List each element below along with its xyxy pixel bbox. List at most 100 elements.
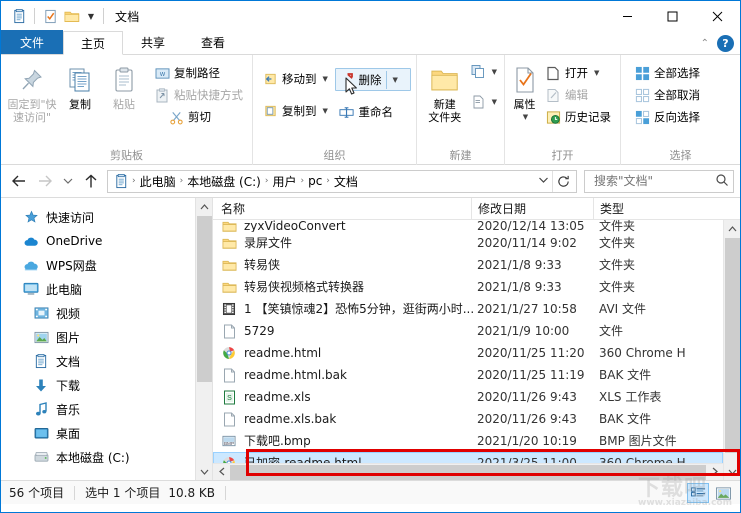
table-row[interactable]: 1 【笑镇惊魂2】恐怖5分钟，逛街两小时... 2021/1/27 10:58 … [213, 298, 723, 320]
properties-button[interactable]: 属性 ▼ [510, 59, 539, 124]
file-list-scroll-right-arrow-icon[interactable] [706, 467, 723, 478]
pin-to-quick-access-button[interactable]: 固定到"快速访问" [6, 59, 58, 124]
breadcrumb-item-documents[interactable]: 文档 [331, 173, 361, 190]
table-row[interactable]: 已加密-readme.html 2021/3/25 11:00 360 Chro… [213, 452, 723, 463]
search-box[interactable] [584, 169, 734, 193]
edit-button[interactable]: 编辑 [541, 84, 615, 106]
sidebar-item-onedrive[interactable]: OneDrive [1, 229, 212, 253]
breadcrumb-item-local-disk-c[interactable]: 本地磁盘 (C:) [184, 173, 264, 190]
table-row[interactable]: readme.html.bak 2020/11/25 11:19 BAK 文件 [213, 364, 723, 386]
table-row[interactable]: 5729 2021/1/9 10:00 文件 [213, 320, 723, 342]
collapse-ribbon-chevron-icon[interactable]: ⌃ [701, 38, 709, 49]
thumbnail-view-button[interactable] [712, 483, 734, 503]
tab-view[interactable]: 查看 [183, 30, 243, 54]
history-button[interactable]: 历史记录 [541, 106, 615, 128]
breadcrumb-item-pc[interactable]: pc [305, 174, 325, 188]
new-item-button[interactable]: ▼ [468, 61, 499, 83]
table-row[interactable]: readme.html 2020/11/25 11:20 360 Chrome … [213, 342, 723, 364]
tab-home[interactable]: 主页 [63, 31, 124, 55]
search-input[interactable] [592, 173, 715, 189]
file-list-scroll-left-arrow-icon[interactable] [213, 467, 230, 478]
tab-share[interactable]: 共享 [123, 30, 183, 54]
copy-to-button[interactable]: 复制到 ▼ [258, 100, 335, 122]
invert-selection-button[interactable]: 反向选择 [630, 106, 704, 128]
paste-icon [111, 62, 137, 98]
details-view-button[interactable] [687, 483, 709, 503]
minimize-button[interactable] [605, 1, 650, 31]
table-row[interactable]: BMP 下载吧.bmp 2021/1/20 10:19 BMP 图片文件 [213, 430, 723, 452]
sidebar-item-music[interactable]: 音乐 [1, 397, 212, 421]
sidebar-item-pictures[interactable]: 图片 [1, 325, 212, 349]
rename-button[interactable]: 重命名 [335, 101, 412, 123]
help-button[interactable]: ? [717, 35, 734, 52]
copy-button[interactable]: 复制 [58, 59, 102, 111]
sidebar-item-videos[interactable]: 视频 [1, 301, 212, 325]
search-icon[interactable] [715, 173, 729, 190]
qat-new-folder-icon[interactable] [61, 5, 83, 27]
paste-button[interactable]: 粘贴 [102, 59, 146, 111]
select-none-icon [634, 87, 650, 103]
table-row[interactable]: zyxVideoConvert 2020/12/14 13:05 文件夹 [213, 220, 723, 232]
sidebar-item-downloads[interactable]: 下载 [1, 373, 212, 397]
close-button[interactable] [695, 1, 740, 31]
copy-path-button[interactable]: W 复制路径 [150, 62, 247, 84]
sidebar-item-documents[interactable]: 文档 [1, 349, 212, 373]
file-row-name-label: readme.xls [244, 390, 311, 404]
column-header-type[interactable]: 类型 [593, 198, 703, 220]
table-row[interactable]: 转易侠视频格式转换器 2021/1/8 9:33 文件夹 [213, 276, 723, 298]
file-list-scroll-down-arrow-icon[interactable] [724, 463, 740, 480]
easy-access-chevron-down-icon[interactable]: ▼ [492, 98, 497, 106]
breadcrumb[interactable]: › 此电脑 › 本地磁盘 (C:) › 用户 › pc › 文档 [107, 169, 577, 193]
maximize-button[interactable] [650, 1, 695, 31]
file-list-hscroll-thumb[interactable] [230, 464, 706, 480]
recent-locations-button[interactable] [59, 169, 77, 193]
open-button[interactable]: 打开 ▼ [541, 62, 615, 84]
move-to-chevron-down-icon[interactable]: ▼ [323, 75, 328, 83]
table-row[interactable]: readme.xls.bak 2020/11/26 9:43 BAK 文件 [213, 408, 723, 430]
sidebar-item-wps-cloud[interactable]: WPS网盘 [1, 253, 212, 277]
sidebar-item-quick-access[interactable]: 快速访问 [1, 205, 212, 229]
navpane-scroll-up-arrow-icon[interactable] [196, 198, 212, 215]
column-header-date[interactable]: 修改日期 [471, 198, 593, 220]
breadcrumb-item-this-pc[interactable]: 此电脑 [137, 173, 179, 190]
qat-chevron-down-icon[interactable]: ▼ [83, 5, 99, 27]
table-row[interactable]: S readme.xls 2020/11/26 9:43 XLS 工作表 [213, 386, 723, 408]
back-button[interactable] [7, 169, 31, 193]
edit-label: 编辑 [565, 88, 588, 102]
easy-access-button[interactable]: ▼ [468, 91, 499, 113]
select-all-button[interactable]: 全部选择 [630, 62, 704, 84]
sidebar-item-this-pc[interactable]: 此电脑 [1, 277, 212, 301]
navpane-scroll-down-arrow-icon[interactable] [196, 463, 212, 480]
navpane-scrollbar[interactable] [195, 198, 212, 480]
breadcrumb-item-users[interactable]: 用户 [269, 173, 299, 190]
tab-file[interactable]: 文件 [1, 30, 64, 54]
new-folder-button[interactable]: 新建 文件夹 [422, 59, 468, 124]
breadcrumb-chevron-down-icon[interactable] [534, 176, 552, 187]
sidebar-item-local-disk-c[interactable]: 本地磁盘 (C:) [1, 445, 212, 469]
delete-chevron-down-icon[interactable]: ▼ [393, 76, 398, 84]
navigation-pane: 快速访问 OneDrive WPS网盘 此电脑 视频 图片 文档 下载 音乐 桌… [1, 198, 213, 480]
forward-button[interactable] [33, 169, 57, 193]
file-list-horizontal-scrollbar[interactable] [213, 463, 723, 480]
properties-chevron-down-icon[interactable]: ▼ [523, 111, 528, 124]
up-button[interactable] [79, 169, 103, 193]
paste-shortcut-button[interactable]: 粘贴快捷方式 [150, 84, 247, 106]
file-list-vertical-scrollbar[interactable] [723, 220, 740, 480]
qat-checkbox-icon[interactable] [39, 5, 61, 27]
file-list-scroll-up-arrow-icon[interactable] [724, 220, 740, 237]
navpane-scroll-thumb[interactable] [197, 216, 212, 382]
column-header-name[interactable]: 名称 [221, 198, 471, 220]
table-row[interactable]: 转易侠 2021/1/8 9:33 文件夹 [213, 254, 723, 276]
open-chevron-down-icon[interactable]: ▼ [594, 69, 599, 77]
qat-properties-icon[interactable] [8, 5, 30, 27]
select-none-button[interactable]: 全部取消 [630, 84, 704, 106]
delete-button[interactable]: 删除 ▼ [334, 68, 411, 91]
refresh-button[interactable] [552, 170, 574, 192]
move-to-button[interactable]: 移动到 ▼ [258, 68, 335, 90]
cut-button[interactable]: 剪切 [150, 106, 247, 128]
table-row[interactable]: 录屏文件 2020/11/14 9:02 文件夹 [213, 232, 723, 254]
copy-to-chevron-down-icon[interactable]: ▼ [323, 107, 328, 115]
sidebar-item-desktop[interactable]: 桌面 [1, 421, 212, 445]
new-item-chevron-down-icon[interactable]: ▼ [492, 68, 497, 76]
file-list-scroll-thumb[interactable] [725, 238, 740, 453]
